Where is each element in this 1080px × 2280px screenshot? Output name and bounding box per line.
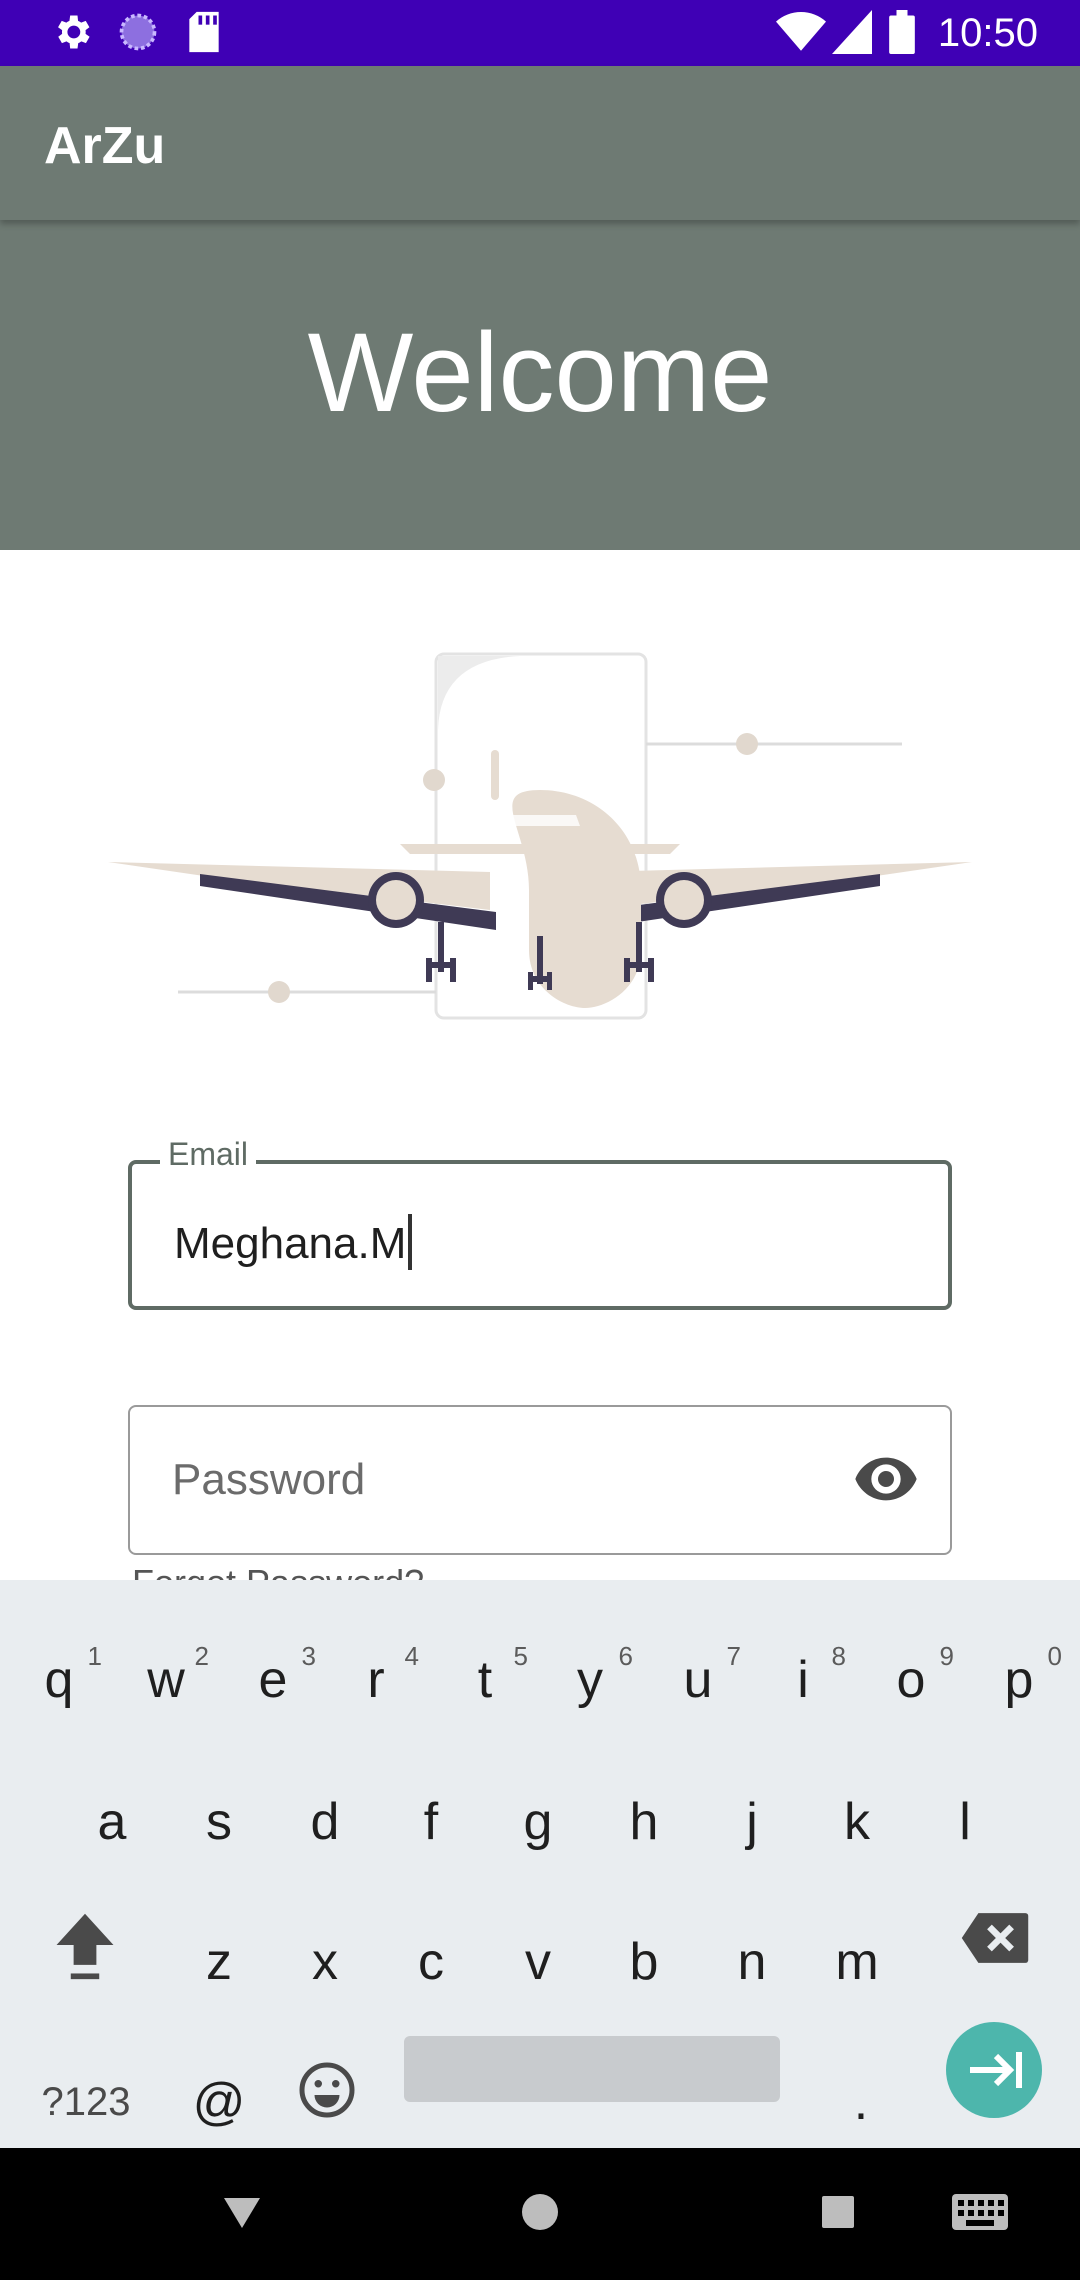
password-field[interactable]: Password	[128, 1405, 952, 1555]
gear-icon	[50, 10, 94, 59]
key-s[interactable]: s	[174, 1792, 264, 1852]
airplane-illustration	[100, 640, 980, 1045]
email-input[interactable]: Meghana.M	[174, 1214, 413, 1270]
shift-key[interactable]	[40, 1908, 130, 1988]
key-q[interactable]: q1	[14, 1641, 104, 1710]
key-d[interactable]: d	[280, 1792, 370, 1852]
key-v[interactable]: v	[493, 1932, 583, 1992]
key-e[interactable]: e3	[228, 1641, 318, 1710]
period-key[interactable]: .	[816, 2072, 906, 2132]
email-label: Email	[160, 1136, 257, 1173]
sd-card-icon	[184, 10, 224, 59]
app-bar: ArZu	[0, 66, 1080, 220]
battery-icon	[888, 10, 916, 59]
next-arrow-icon	[970, 2052, 1022, 2088]
backspace-icon	[961, 1913, 1029, 1963]
backspace-key[interactable]	[950, 1910, 1040, 1980]
key-n[interactable]: n	[707, 1932, 797, 1992]
key-h[interactable]: h	[599, 1792, 689, 1852]
key-t[interactable]: t5	[440, 1641, 530, 1710]
key-y[interactable]: y6	[545, 1641, 635, 1710]
text-cursor	[408, 1214, 413, 1270]
spacebar[interactable]	[404, 2036, 780, 2102]
email-value: Meghana.M	[174, 1219, 407, 1268]
key-u[interactable]: u7	[653, 1641, 743, 1710]
key-l[interactable]: l	[920, 1792, 1010, 1852]
app-title: ArZu	[44, 117, 166, 175]
signal-icon	[832, 10, 872, 59]
key-k[interactable]: k	[812, 1792, 902, 1852]
status-bar: 10:50	[0, 0, 1080, 66]
keyboard-switch-icon[interactable]	[950, 2192, 1010, 2237]
key-a[interactable]: a	[67, 1792, 157, 1852]
key-j[interactable]: j	[707, 1792, 797, 1852]
wifi-icon	[776, 10, 826, 59]
key-r[interactable]: r4	[331, 1641, 421, 1710]
key-m[interactable]: m	[812, 1932, 902, 1992]
key-b[interactable]: b	[599, 1932, 689, 1992]
at-key[interactable]: @	[174, 2072, 264, 2132]
shift-icon	[56, 1913, 114, 1980]
key-i[interactable]: i8	[758, 1641, 848, 1710]
eye-icon[interactable]	[854, 1453, 918, 1510]
key-o[interactable]: o9	[866, 1641, 956, 1710]
soft-keyboard: q1 w2 e3 r4 t5 y6 u7 i8 o9 p0 a s d f g …	[0, 1580, 1080, 2148]
key-p[interactable]: p0	[974, 1641, 1064, 1710]
welcome-title: Welcome	[307, 310, 773, 435]
back-icon[interactable]	[222, 2192, 262, 2237]
spinner-icon	[116, 10, 160, 59]
key-w[interactable]: w2	[121, 1641, 211, 1710]
emoji-icon	[299, 2062, 355, 2118]
password-placeholder: Password	[172, 1455, 366, 1504]
emoji-key[interactable]	[282, 2060, 372, 2140]
key-z[interactable]: z	[174, 1932, 264, 1992]
system-nav-bar	[0, 2148, 1080, 2280]
clock: 10:50	[937, 11, 1038, 55]
recents-icon[interactable]	[818, 2192, 858, 2237]
key-g[interactable]: g	[493, 1792, 583, 1852]
key-f[interactable]: f	[386, 1792, 476, 1852]
welcome-banner: Welcome	[0, 220, 1080, 550]
symbols-key[interactable]: ?123	[36, 2072, 136, 2132]
email-field[interactable]: Email Meghana.M	[128, 1136, 952, 1310]
key-x[interactable]: x	[280, 1932, 370, 1992]
key-c[interactable]: c	[386, 1932, 476, 1992]
enter-key[interactable]	[946, 2022, 1042, 2118]
home-icon[interactable]	[520, 2192, 560, 2237]
